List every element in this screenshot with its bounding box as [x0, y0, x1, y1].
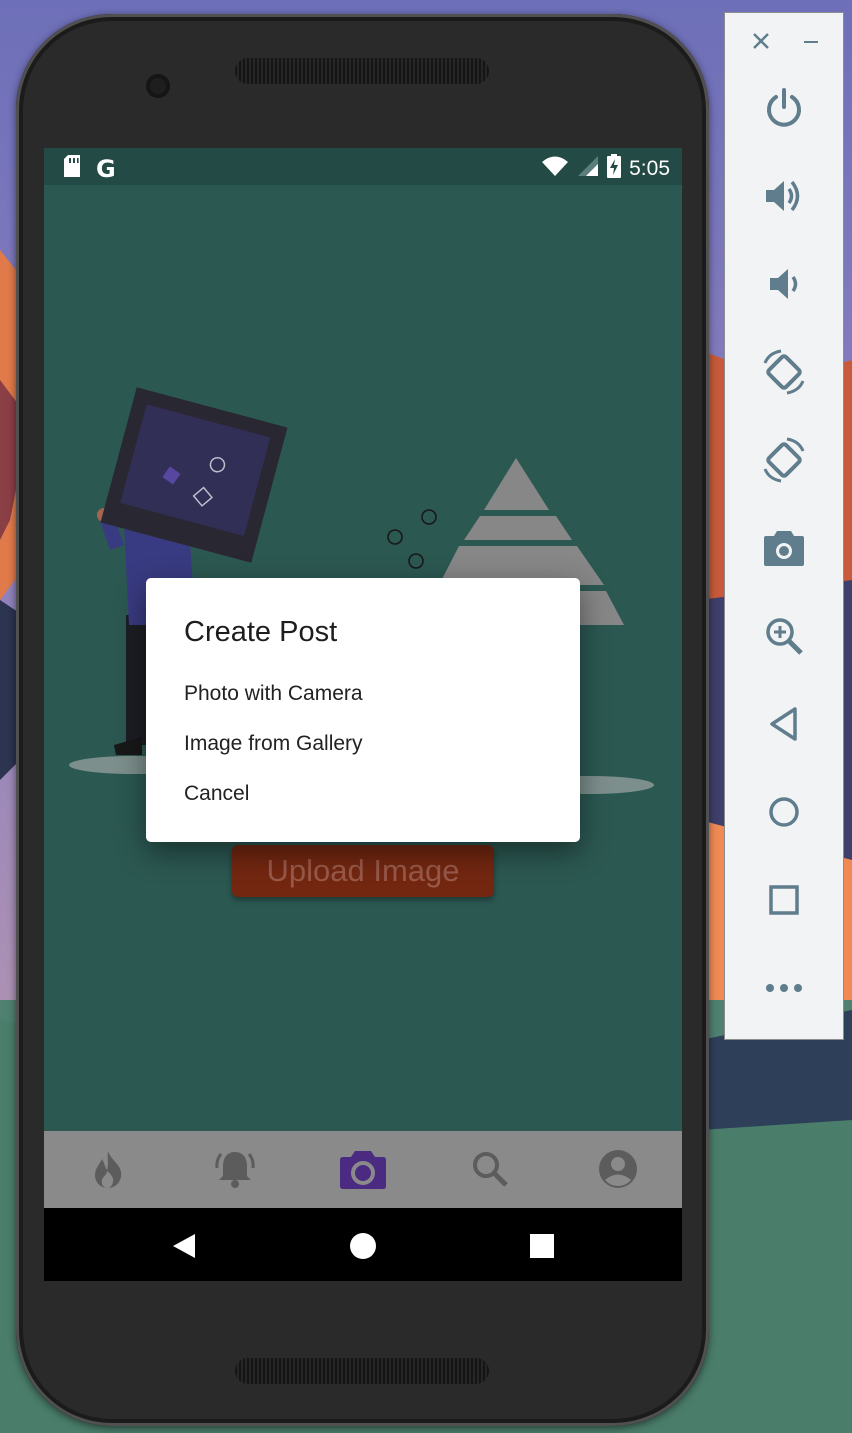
- cell-signal-icon: [577, 155, 599, 182]
- search-icon[interactable]: [460, 1141, 520, 1197]
- phone-frame: G 5:05 Upload Image Create Post Photo wi…: [16, 14, 709, 1426]
- wifi-icon: [541, 155, 569, 182]
- power-icon[interactable]: [755, 79, 813, 137]
- screenshot-icon[interactable]: [755, 519, 813, 577]
- home-icon[interactable]: [343, 1226, 383, 1266]
- bottom-navigation: [44, 1131, 682, 1208]
- back-icon[interactable]: [164, 1226, 204, 1266]
- more-icon[interactable]: [755, 959, 813, 1017]
- photo-with-camera-option[interactable]: Photo with Camera: [184, 682, 363, 706]
- google-icon: G: [96, 154, 116, 183]
- phone-screen: G 5:05 Upload Image Create Post Photo wi…: [44, 148, 682, 1281]
- emulator-toolbar: [724, 12, 844, 1040]
- top-speaker: [235, 58, 489, 84]
- account-icon[interactable]: [588, 1141, 648, 1197]
- overview-icon[interactable]: [755, 871, 813, 929]
- volume-up-icon[interactable]: [755, 167, 813, 225]
- image-from-gallery-option[interactable]: Image from Gallery: [184, 732, 363, 756]
- home-icon[interactable]: [755, 783, 813, 841]
- cancel-option[interactable]: Cancel: [184, 782, 249, 806]
- recents-icon[interactable]: [522, 1226, 562, 1266]
- rotate-left-icon[interactable]: [755, 343, 813, 401]
- rotate-right-icon[interactable]: [755, 431, 813, 489]
- sd-card-icon: [62, 154, 82, 183]
- back-icon[interactable]: [755, 695, 813, 753]
- status-bar: G 5:05: [44, 148, 682, 185]
- zoom-icon[interactable]: [755, 607, 813, 665]
- status-right-icons: 5:05: [541, 154, 670, 183]
- minimize-icon[interactable]: [801, 31, 821, 56]
- window-controls: [725, 31, 845, 57]
- battery-charging-icon: [607, 154, 622, 183]
- create-post-dialog: Create Post Photo with Camera Image from…: [146, 578, 580, 842]
- bottom-speaker: [235, 1358, 489, 1384]
- status-left-icons: G: [62, 154, 116, 183]
- camera-icon[interactable]: [333, 1141, 393, 1197]
- front-camera: [146, 74, 170, 98]
- close-icon[interactable]: [751, 31, 771, 56]
- volume-down-icon[interactable]: [755, 255, 813, 313]
- dialog-title: Create Post: [184, 616, 338, 648]
- notifications-icon[interactable]: [205, 1141, 265, 1197]
- status-time: 5:05: [629, 156, 670, 180]
- system-navigation-bar: [44, 1208, 682, 1281]
- flame-icon[interactable]: [78, 1141, 138, 1197]
